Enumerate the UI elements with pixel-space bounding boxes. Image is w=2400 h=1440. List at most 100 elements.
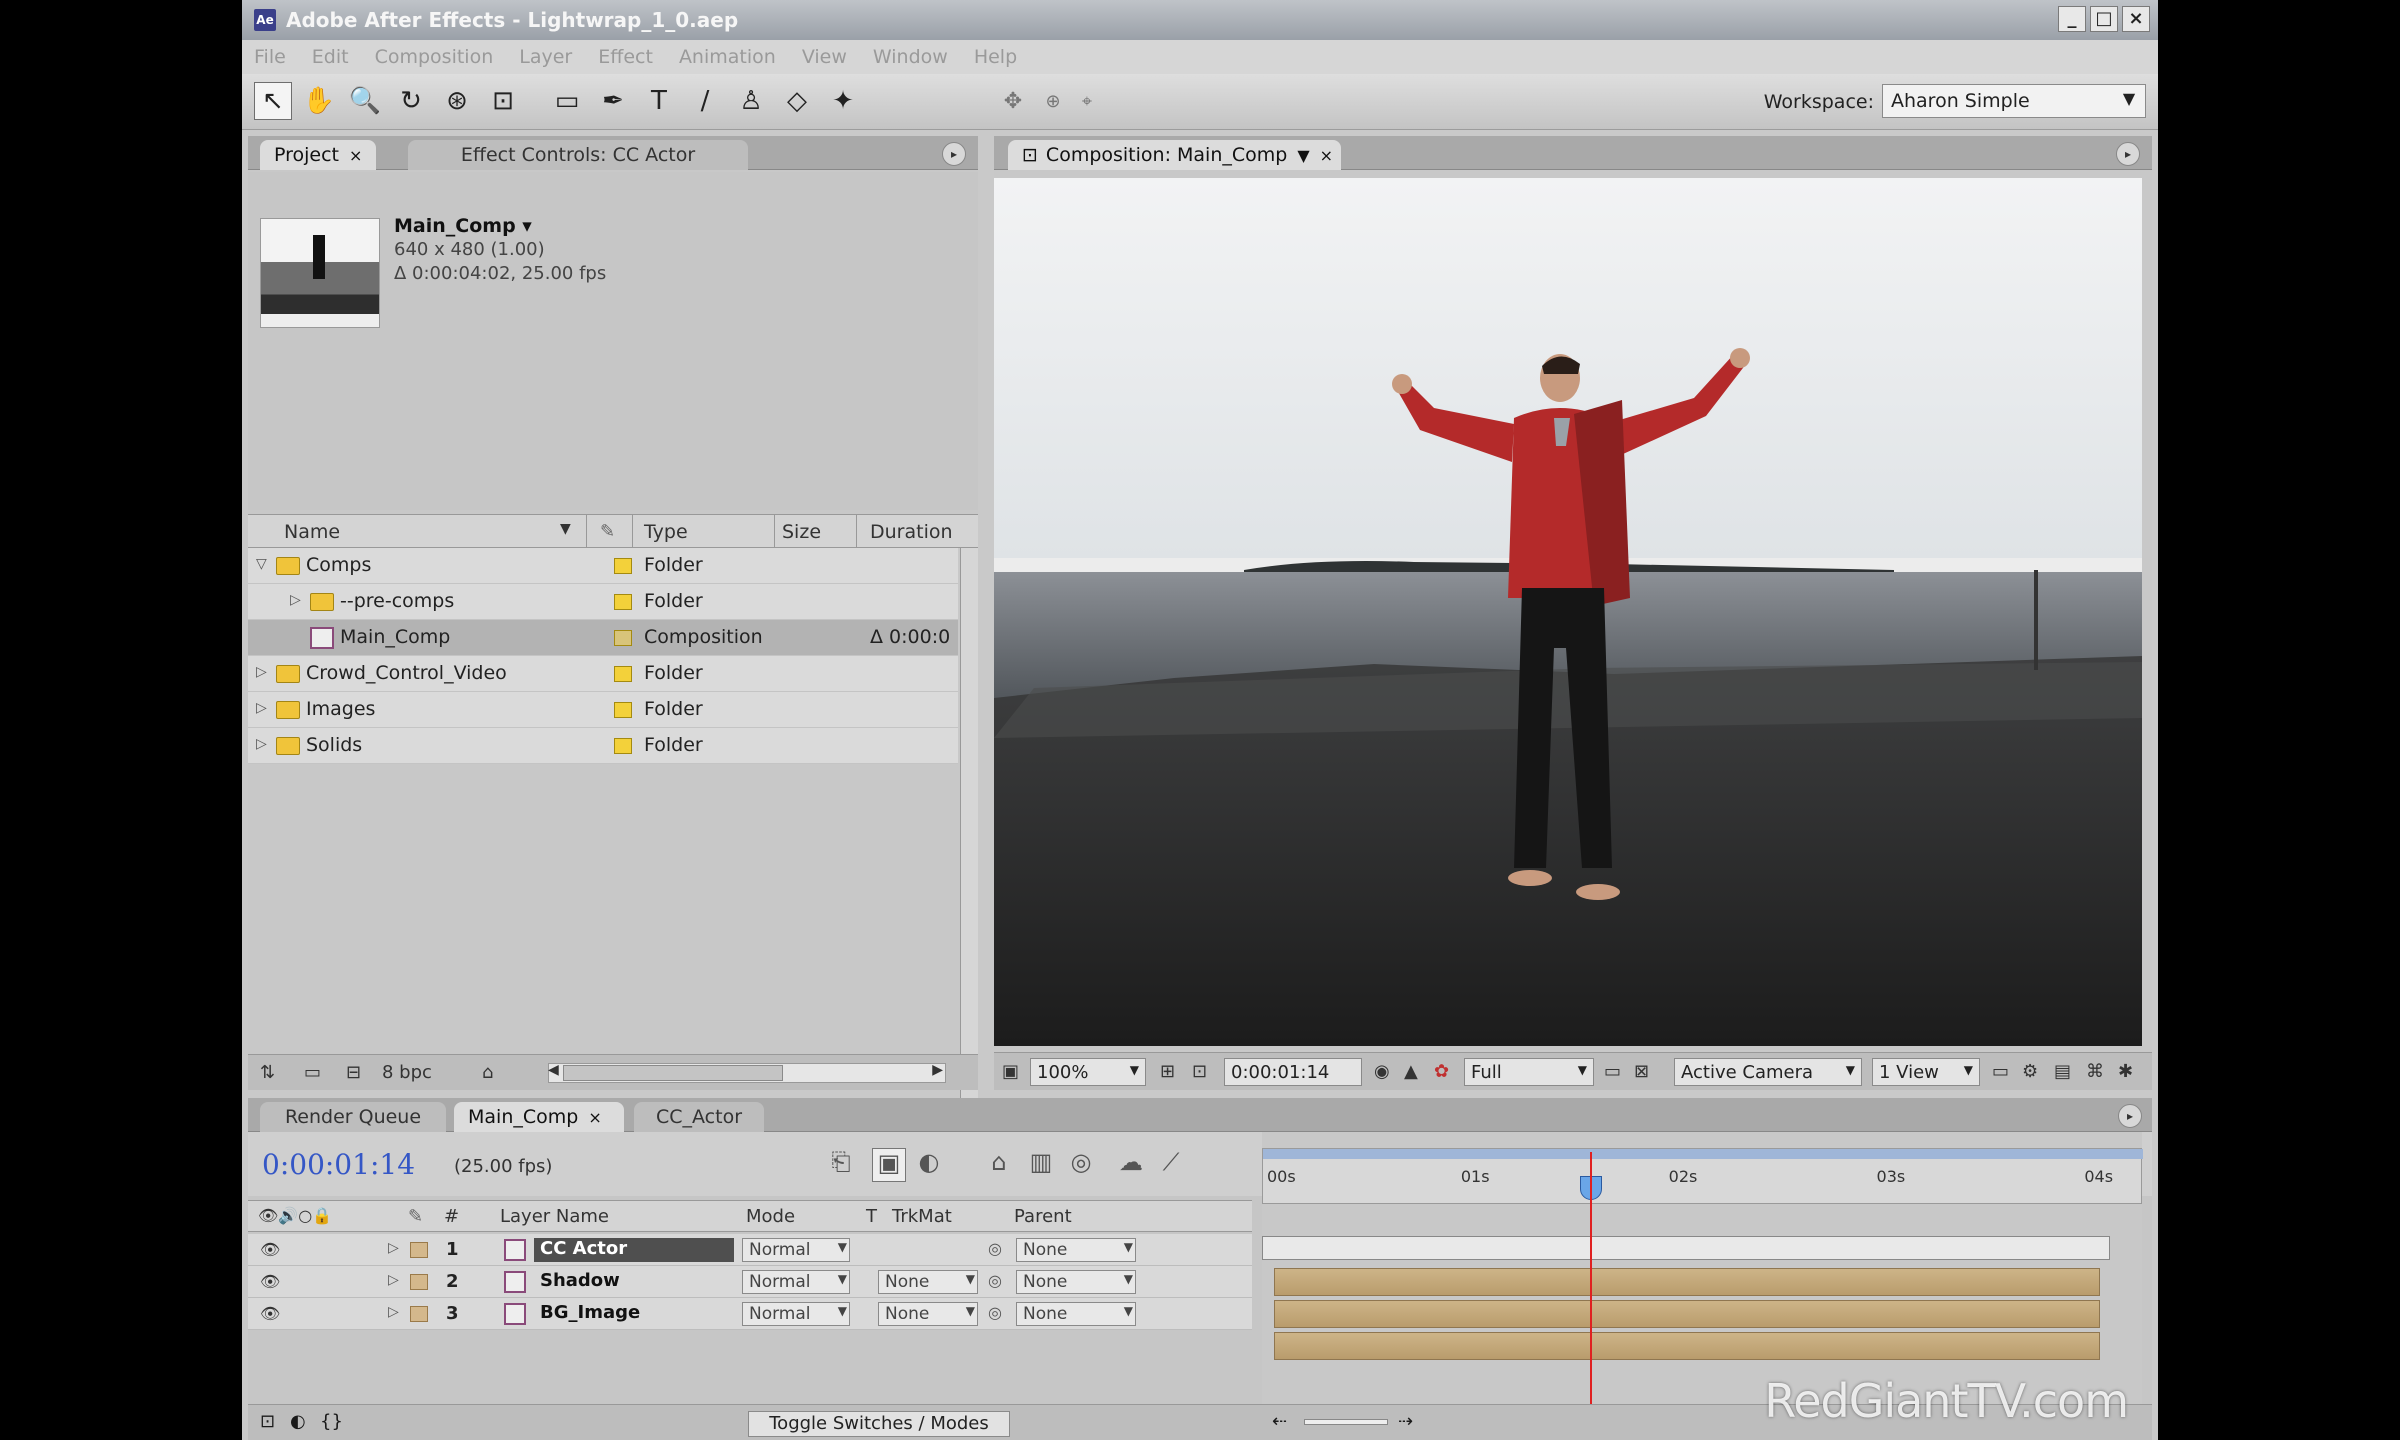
column-name[interactable]: Name	[284, 521, 340, 543]
timeline-current-time[interactable]: 0:00:01:14	[262, 1148, 415, 1181]
axis-local-icon[interactable]: ✥	[994, 82, 1032, 120]
column-parent[interactable]: Parent	[1014, 1206, 1072, 1227]
puppet-pin-icon[interactable]: ✦	[824, 82, 862, 120]
hide-shy-layers-icon[interactable]: ⌂	[982, 1148, 1016, 1182]
column-t[interactable]: T	[866, 1206, 877, 1227]
time-navigator[interactable]	[1263, 1149, 2143, 1159]
project-item-row[interactable]: ▷ Images Folder	[248, 692, 958, 728]
label-color-swatch[interactable]	[614, 594, 632, 610]
graph-editor-icon[interactable]: ⟋	[1154, 1148, 1188, 1182]
workspace-select[interactable]: Aharon Simple ▼	[1882, 84, 2146, 118]
twirl-closed-icon[interactable]: ▷	[388, 1304, 399, 1320]
eraser-tool-icon[interactable]: ◇	[778, 82, 816, 120]
label-color-swatch[interactable]	[410, 1306, 428, 1322]
new-folder-icon[interactable]: ▭	[304, 1062, 321, 1083]
menu-view[interactable]: View	[802, 46, 847, 68]
rectangle-mask-icon[interactable]: ▭	[548, 82, 586, 120]
grid-icon[interactable]: ⊡	[1192, 1061, 1207, 1082]
menu-file[interactable]: File	[254, 46, 286, 68]
transfer-controls-icon[interactable]: ◐	[290, 1411, 306, 1432]
maximize-button[interactable]: □	[2090, 6, 2118, 32]
axis-view-icon[interactable]: ⌖	[1068, 82, 1106, 120]
chevron-down-icon[interactable]: ▼	[560, 521, 571, 537]
tab-main-comp[interactable]: Main_Comp ×	[454, 1102, 624, 1132]
close-icon[interactable]: ×	[349, 146, 362, 165]
layer-name[interactable]: BG_Image	[534, 1302, 646, 1323]
layer-switches-icon[interactable]: ⊡	[260, 1411, 275, 1432]
tab-effect-controls[interactable]: Effect Controls: CC Actor	[408, 140, 748, 170]
time-ruler[interactable]: 00s 01s 02s 03s 04s	[1262, 1148, 2143, 1204]
menu-window[interactable]: Window	[873, 46, 948, 68]
trkmat-select[interactable]: None ▼	[878, 1302, 978, 1326]
new-comp-icon[interactable]: ⊟	[346, 1062, 361, 1083]
twirl-closed-icon[interactable]: ▷	[256, 664, 267, 680]
label-column-icon[interactable]: ✎	[600, 521, 615, 542]
column-trkmat[interactable]: TrkMat	[892, 1206, 952, 1227]
pick-whip-icon[interactable]: ◎	[988, 1239, 1002, 1258]
twirl-closed-icon[interactable]: ▷	[388, 1240, 399, 1256]
show-snapshot-icon[interactable]: ▲	[1404, 1061, 1418, 1082]
pan-behind-icon[interactable]: ⊡	[484, 82, 522, 120]
timeline-graph[interactable]: 00s 01s 02s 03s 04s	[1262, 1132, 2143, 1412]
tab-cc-actor[interactable]: CC_Actor	[634, 1102, 764, 1132]
view-layout-select[interactable]: 1 View ▼	[1872, 1058, 1980, 1086]
clone-stamp-icon[interactable]: ♙	[732, 82, 770, 120]
trkmat-select[interactable]: None ▼	[878, 1270, 978, 1294]
column-layer-name[interactable]: Layer Name	[500, 1206, 609, 1227]
tab-project[interactable]: Project ×	[260, 140, 377, 170]
menu-composition[interactable]: Composition	[375, 46, 494, 68]
twirl-closed-icon[interactable]: ▷	[290, 592, 301, 608]
zoom-in-icon[interactable]: ⇢	[1398, 1411, 1413, 1432]
rotate-tool-icon[interactable]: ↻	[392, 82, 430, 120]
brainstorm-icon[interactable]: ☁	[1114, 1148, 1148, 1182]
layer-duration-bar[interactable]	[1274, 1300, 2100, 1328]
eye-icon[interactable]: 👁	[260, 1240, 280, 1259]
transparency-grid-icon[interactable]: ⊠	[1634, 1061, 1649, 1082]
always-preview-icon[interactable]: ▣	[1002, 1061, 1019, 1082]
resolution-select[interactable]: Full ▼	[1464, 1058, 1594, 1086]
project-bpc[interactable]: 8 bpc	[382, 1062, 432, 1083]
twirl-closed-icon[interactable]: ▷	[256, 736, 267, 752]
layer-name[interactable]: Shadow	[534, 1270, 626, 1291]
selection-tool-icon[interactable]: ↖	[254, 82, 292, 120]
label-color-swatch[interactable]	[614, 702, 632, 718]
twirl-closed-icon[interactable]: ▷	[388, 1272, 399, 1288]
toggle-pixel-aspect-icon[interactable]: ▭	[1992, 1061, 2009, 1082]
tab-composition[interactable]: ⊡ Composition: Main_Comp ▼ ×	[1008, 140, 1342, 170]
menu-effect[interactable]: Effect	[598, 46, 653, 68]
column-type[interactable]: Type	[644, 521, 688, 543]
current-time-field[interactable]: 0:00:01:14	[1224, 1058, 1362, 1086]
panel-menu-icon[interactable]: ▸	[942, 142, 966, 166]
parent-select[interactable]: None ▼	[1016, 1302, 1136, 1326]
brush-tool-icon[interactable]: ∕	[686, 82, 724, 120]
magnification-select[interactable]: 100% ▼	[1030, 1058, 1146, 1086]
chevron-down-icon[interactable]: ▼	[1297, 146, 1309, 165]
mode-select[interactable]: Normal ▼	[742, 1302, 850, 1326]
project-item-row[interactable]: ▷ --pre-comps Folder	[248, 584, 958, 620]
column-size[interactable]: Size	[782, 521, 821, 543]
column-mode[interactable]: Mode	[746, 1206, 795, 1227]
minimize-button[interactable]: _	[2058, 6, 2086, 32]
in-out-icon[interactable]: {}	[320, 1411, 343, 1432]
timeline-icon[interactable]: ▤	[2054, 1061, 2071, 1082]
axis-world-icon[interactable]: ⊕	[1034, 82, 1072, 120]
motion-blur-icon[interactable]: ◎	[1064, 1148, 1098, 1182]
camera-select[interactable]: Active Camera ▼	[1674, 1058, 1862, 1086]
layer-row[interactable]: 👁 ▷ 3 BG_Image Normal ▼ None ▼ ◎ None ▼	[248, 1298, 1252, 1330]
project-scrollbar[interactable]	[960, 548, 978, 1188]
scroll-thumb[interactable]	[563, 1065, 783, 1081]
zoom-out-icon[interactable]: ⇠	[1272, 1411, 1287, 1432]
project-item-row[interactable]: ▽ Comps Folder	[248, 548, 958, 584]
mode-select[interactable]: Normal ▼	[742, 1238, 850, 1262]
tab-render-queue[interactable]: Render Queue	[260, 1102, 446, 1132]
twirl-closed-icon[interactable]: ▷	[256, 700, 267, 716]
pick-whip-icon[interactable]: ◎	[988, 1271, 1002, 1290]
comp-mini-flowchart-icon[interactable]: ▣	[872, 1148, 906, 1182]
menu-layer[interactable]: Layer	[519, 46, 572, 68]
orbit-camera-icon[interactable]: ⊛	[438, 82, 476, 120]
layer-row[interactable]: 👁 ▷ 1 CC Actor Normal ▼ ◎ None ▼	[248, 1234, 1252, 1266]
scroll-right-icon[interactable]: ▶	[932, 1062, 943, 1078]
hand-tool-icon[interactable]: ✋	[300, 82, 338, 120]
live-update-icon[interactable]: ⎗	[824, 1148, 858, 1182]
parent-select[interactable]: None ▼	[1016, 1270, 1136, 1294]
